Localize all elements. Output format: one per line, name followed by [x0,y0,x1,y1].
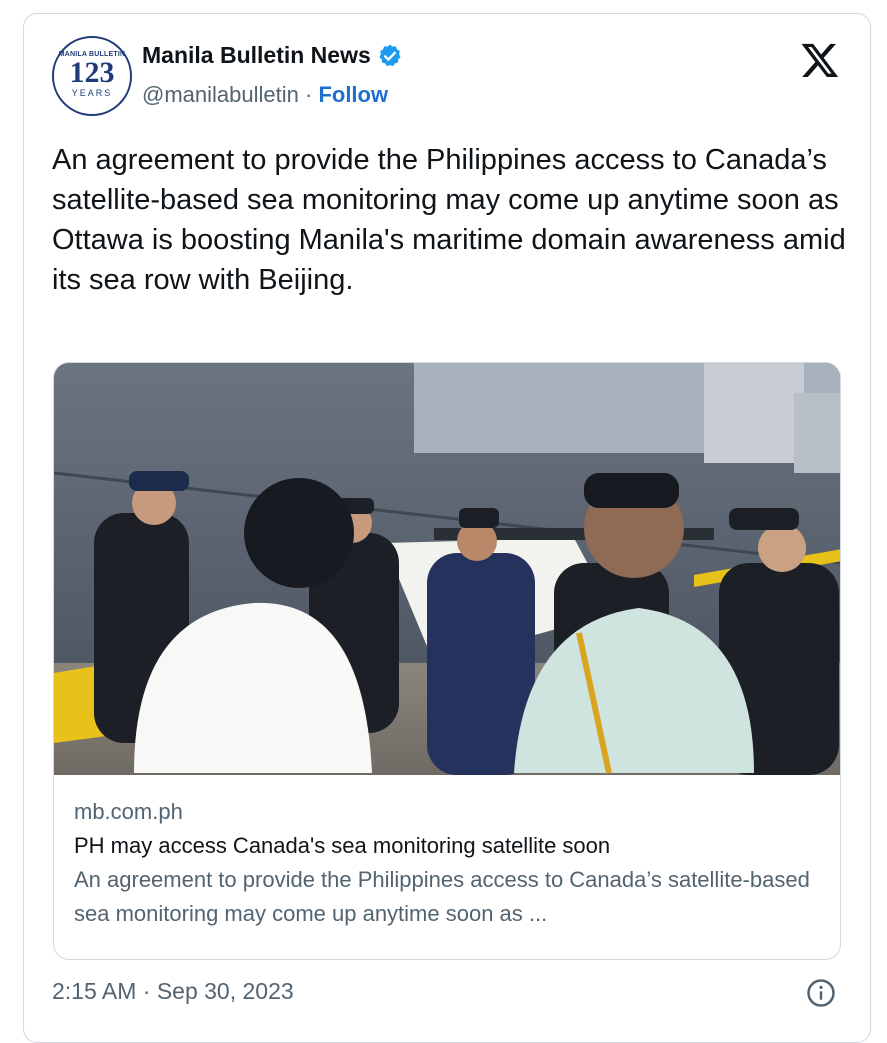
verified-badge-icon [379,44,401,66]
account-name[interactable]: Manila Bulletin News [142,42,371,69]
account-name-row: Manila Bulletin News [142,42,403,69]
avatar-years: YEARS [71,87,113,98]
link-description: An agreement to provide the Philippines … [74,867,810,926]
separator: · [304,82,313,107]
link-info: mb.com.ph PH may access Canada's sea mon… [74,797,824,931]
account-handle[interactable]: @manilabulletin [142,82,299,107]
tweet-text: An agreement to provide the Philippines … [52,144,846,296]
article-photo [54,363,840,775]
link-domain: mb.com.ph [74,799,183,824]
avatar-number: 123 [69,55,115,89]
info-icon[interactable] [806,978,836,1008]
link-title[interactable]: PH may access Canada's sea monitoring sa… [74,829,824,863]
handle-row: @manilabulletin · Follow [142,82,388,108]
tweet-timestamp[interactable]: 2:15 AM · Sep 30, 2023 [52,978,294,1005]
follow-button[interactable]: Follow [318,82,388,107]
x-logo-icon[interactable] [800,40,840,80]
avatar[interactable]: MANILA BULLETIN 123 YEARS [52,36,132,116]
link-card[interactable]: mb.com.ph PH may access Canada's sea mon… [53,362,841,960]
